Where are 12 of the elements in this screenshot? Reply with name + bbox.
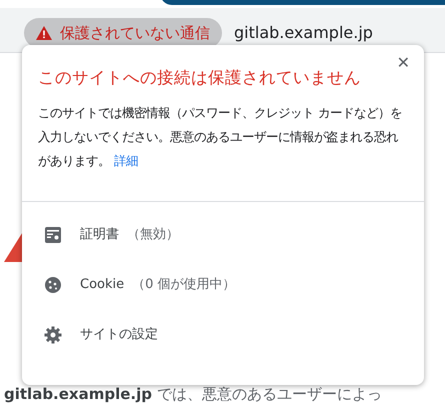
popup-message: このサイトでは機密情報（パスワード、クレジット カードなど）を入力しないでください。悪意のあるユーザーに情報が盗まれる恐れがあります。 詳細 — [37, 105, 403, 170]
settings-icon — [44, 326, 62, 344]
menu-item[interactable]: Cookie （0 個が使用中） — [22, 260, 424, 310]
menu-item[interactable]: 証明書 （無効） — [22, 210, 424, 260]
certificate-icon — [44, 226, 62, 244]
cookie-icon — [44, 276, 62, 294]
popup-title: このサイトへの接続は保護されていません — [38, 67, 361, 89]
menu-item[interactable]: サイトの設定 — [22, 310, 424, 360]
url-text: gitlab.example.jp — [234, 22, 373, 44]
warning-sentence: gitlab.example.jp では、悪意のあるユーザーによっ — [4, 385, 382, 403]
details-link[interactable]: 詳細 — [114, 154, 138, 168]
close-button[interactable]: ✕ — [390, 53, 416, 73]
